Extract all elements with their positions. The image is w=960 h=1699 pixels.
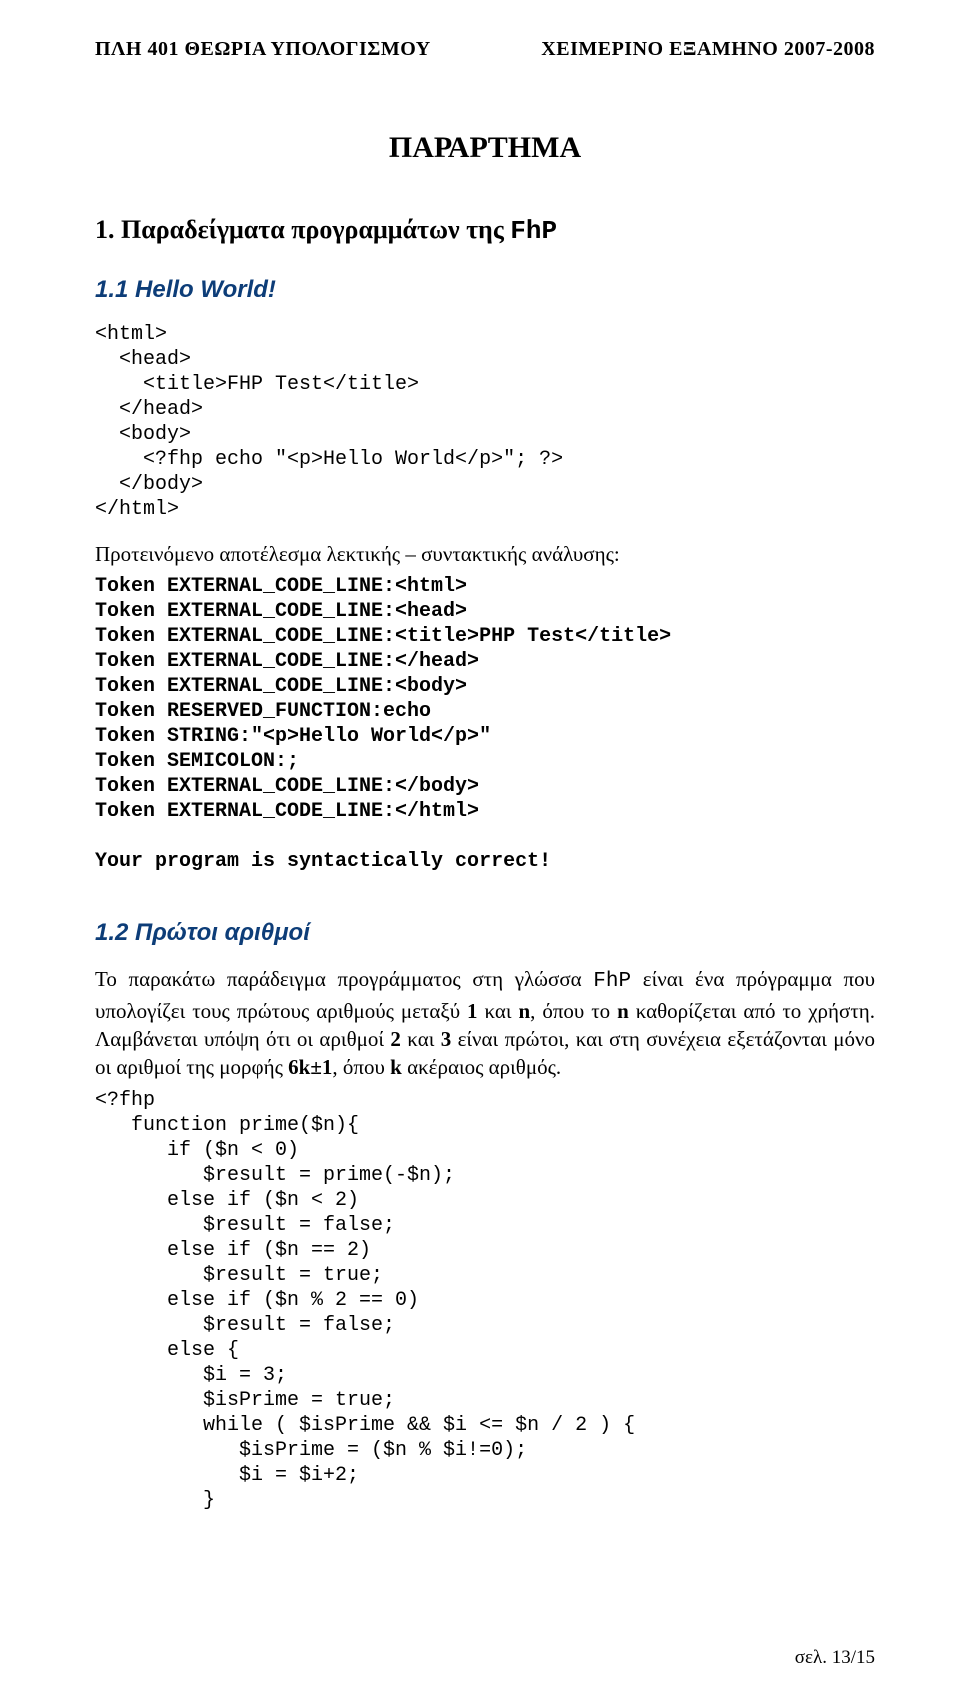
p12-where: , όπου το (530, 999, 617, 1023)
section-1-label: Παραδείγματα προγραμμάτων της (121, 215, 510, 244)
p12-tail: ακέραιος αριθμός. (402, 1055, 561, 1079)
p12-num2: 2 (390, 1027, 401, 1051)
section-1-heading: 1. Παραδείγματα προγραμμάτων της FhP (95, 215, 875, 246)
section-1-2-paragraph: Το παρακάτω παράδειγμα προγράμματος στη … (95, 965, 875, 1081)
code-prime-function: <?fhp function prime($n){ if ($n < 0) $r… (95, 1088, 875, 1513)
p12-and3: και (401, 1027, 441, 1051)
lex-intro: Προτεινόμενο αποτέλεσμα λεκτικής – συντα… (95, 540, 875, 568)
code-hello-world: <html> <head> <title>FHP Test</title> </… (95, 322, 875, 522)
page-footer: σελ. 13/15 (795, 1647, 875, 1669)
p12-wherek: , όπου (332, 1055, 390, 1079)
section-1-lang: FhP (510, 216, 557, 246)
p12-n: n (518, 999, 530, 1023)
section-1-1-heading: 1.1 Hello World! (95, 276, 875, 304)
p12-fhp: FhP (593, 970, 631, 993)
p12-a: Το παρακάτω παράδειγμα προγράμματος στη … (95, 967, 593, 991)
p12-num3: 3 (441, 1027, 452, 1051)
token-output: Token EXTERNAL_CODE_LINE:<html> Token EX… (95, 574, 875, 874)
header-right: ΧΕΙΜΕΡΙΝΟ ΕΞΑΜΗΝΟ 2007-2008 (541, 38, 875, 61)
p12-num1: 1 (467, 999, 478, 1023)
p12-formula: 6k±1 (288, 1055, 332, 1079)
appendix-title: ΠΑΡΑΡΤΗΜΑ (95, 131, 875, 165)
page-header: ΠΛΗ 401 ΘΕΩΡΙΑ ΥΠΟΛΟΓΙΣΜΟΥ ΧΕΙΜΕΡΙΝΟ ΕΞΑ… (95, 38, 875, 61)
p12-and: και (478, 999, 519, 1023)
section-1-number: 1. (95, 215, 115, 244)
section-1-2-heading: 1.2 Πρώτοι αριθμοί (95, 919, 875, 947)
p12-n2: n (617, 999, 629, 1023)
header-left: ΠΛΗ 401 ΘΕΩΡΙΑ ΥΠΟΛΟΓΙΣΜΟΥ (95, 38, 431, 61)
p12-k: k (390, 1055, 402, 1079)
